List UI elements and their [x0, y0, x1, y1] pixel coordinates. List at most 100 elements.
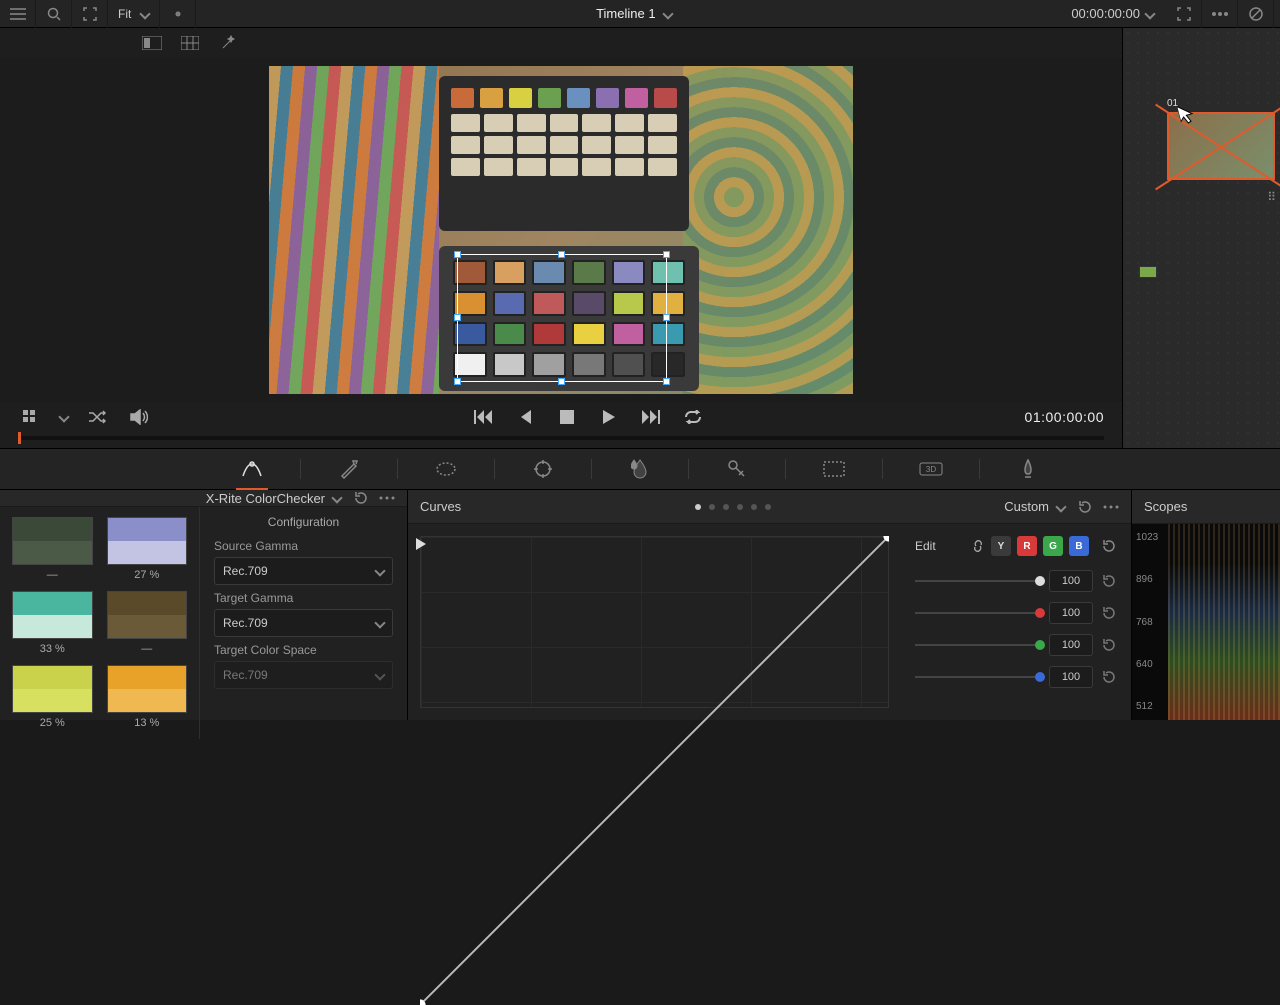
curves-title: Curves: [420, 499, 461, 514]
scopes-panel: Scopes 1023 896 768 640 512: [1132, 490, 1280, 720]
playhead-timecode[interactable]: 01:00:00:00: [1025, 409, 1104, 425]
playhead[interactable]: [18, 432, 21, 444]
stop-button[interactable]: [554, 404, 580, 430]
viewer-image: [269, 66, 853, 394]
timeline-title[interactable]: Timeline 1: [596, 6, 655, 21]
shuffle-icon[interactable]: [84, 404, 110, 430]
color-match-title[interactable]: X-Rite ColorChecker: [206, 491, 325, 506]
black-point-icon[interactable]: [416, 538, 426, 550]
channel-y-button[interactable]: Y: [991, 536, 1011, 556]
record-timecode[interactable]: 00:00:00:00: [1071, 6, 1146, 21]
color-match-selection[interactable]: [457, 254, 667, 382]
next-frame-button[interactable]: [638, 404, 664, 430]
channel-b-button[interactable]: B: [1069, 536, 1089, 556]
swatch-percent: 13 %: [107, 717, 188, 729]
more-icon[interactable]: [1202, 0, 1238, 28]
reset-icon[interactable]: [1077, 499, 1093, 515]
zoom-selector[interactable]: Fit: [108, 0, 160, 28]
chevron-down-icon[interactable]: [331, 492, 342, 503]
chevron-down-icon[interactable]: [58, 411, 69, 422]
expand-icon[interactable]: [1166, 0, 1202, 28]
prev-frame-button[interactable]: [512, 404, 538, 430]
scope-tick: 640: [1136, 659, 1158, 670]
key-icon[interactable]: [721, 453, 753, 485]
view-options-icon[interactable]: [18, 404, 44, 430]
config-heading: Configuration: [214, 515, 393, 529]
chevron-down-icon: [140, 8, 151, 19]
swatch[interactable]: —: [107, 591, 188, 655]
window-icon[interactable]: [430, 453, 462, 485]
loop-button[interactable]: [680, 404, 706, 430]
edit-label: Edit: [915, 539, 936, 553]
waveform-scope[interactable]: 1023 896 768 640 512: [1132, 524, 1280, 720]
scope-tick: 768: [1136, 617, 1158, 628]
more-icon[interactable]: [1103, 505, 1119, 509]
panel-handle-icon[interactable]: ⠿: [1267, 190, 1276, 204]
reset-icon[interactable]: [353, 490, 369, 506]
target-gamma-label: Target Gamma: [214, 591, 393, 605]
stereo-3d-icon[interactable]: 3D: [915, 453, 947, 485]
transport-bar: 01:00:00:00: [0, 402, 1122, 432]
curves-page-dots[interactable]: [695, 504, 771, 510]
scrub-bar[interactable]: [0, 432, 1122, 448]
svg-text:3D: 3D: [926, 465, 936, 474]
search-icon[interactable]: [36, 0, 72, 28]
sizing-icon[interactable]: [818, 453, 850, 485]
top-toolbar: Fit Timeline 1 00:00:00:00: [0, 0, 1280, 28]
scope-tick: 1023: [1136, 532, 1158, 543]
color-match-panel: X-Rite ColorChecker —27 %33 %—25 %13 % C…: [0, 490, 408, 720]
chevron-down-icon[interactable]: [1055, 501, 1066, 512]
curves-mode[interactable]: Custom: [1004, 499, 1049, 514]
qualifier-icon[interactable]: [333, 453, 365, 485]
swatch[interactable]: 25 %: [12, 665, 93, 729]
g-slider[interactable]: 100: [915, 634, 1117, 656]
scope-tick: 512: [1136, 701, 1158, 712]
magic-wand-icon[interactable]: [216, 33, 240, 53]
viewer[interactable]: [0, 58, 1122, 402]
openfx-icon[interactable]: [1012, 453, 1044, 485]
mute-icon[interactable]: [126, 404, 152, 430]
menu-button[interactable]: [0, 0, 36, 28]
target-gamma-select[interactable]: Rec.709: [214, 609, 393, 637]
safe-area-icon[interactable]: [160, 0, 196, 28]
first-frame-button[interactable]: [470, 404, 496, 430]
chevron-down-icon[interactable]: [662, 8, 673, 19]
y-slider[interactable]: 100: [915, 570, 1117, 592]
swatch[interactable]: 13 %: [107, 665, 188, 729]
source-gamma-select[interactable]: Rec.709: [214, 557, 393, 585]
color-match-icon[interactable]: [236, 453, 268, 485]
source-gamma-label: Source Gamma: [214, 539, 393, 553]
reset-icon[interactable]: [1101, 538, 1117, 554]
palette-toolbar: 3D: [0, 448, 1280, 490]
swatch-percent: —: [12, 569, 93, 581]
curve-graph[interactable]: [408, 524, 901, 720]
b-slider[interactable]: 100: [915, 666, 1117, 688]
swatch[interactable]: —: [12, 517, 93, 581]
channel-g-button[interactable]: G: [1043, 536, 1063, 556]
node-output[interactable]: [1139, 266, 1157, 278]
tracker-icon[interactable]: [527, 453, 559, 485]
scope-tick: 896: [1136, 574, 1158, 585]
curves-panel: Curves Custom Edit Y R: [408, 490, 1132, 720]
blur-icon[interactable]: [624, 453, 656, 485]
target-colorspace-label: Target Color Space: [214, 643, 393, 657]
swatch[interactable]: 33 %: [12, 591, 93, 655]
swatch-percent: 33 %: [12, 643, 93, 655]
r-slider[interactable]: 100: [915, 602, 1117, 624]
bypass-icon[interactable]: [1238, 0, 1274, 28]
channel-r-button[interactable]: R: [1017, 536, 1037, 556]
zoom-label: Fit: [118, 7, 131, 21]
link-icon[interactable]: [971, 539, 985, 553]
fullscreen-icon[interactable]: [72, 0, 108, 28]
play-button[interactable]: [596, 404, 622, 430]
target-colorspace-select[interactable]: Rec.709: [214, 661, 393, 689]
more-icon[interactable]: [379, 496, 395, 500]
node-graph[interactable]: 01 ⠿: [1122, 28, 1280, 448]
swatch[interactable]: 27 %: [107, 517, 188, 581]
swatch-percent: 27 %: [107, 569, 188, 581]
scopes-title: Scopes: [1144, 499, 1187, 514]
viewer-mode-a-icon[interactable]: [140, 33, 164, 53]
swatch-percent: 25 %: [12, 717, 93, 729]
viewer-grid-icon[interactable]: [178, 33, 202, 53]
chevron-down-icon[interactable]: [1144, 8, 1155, 19]
